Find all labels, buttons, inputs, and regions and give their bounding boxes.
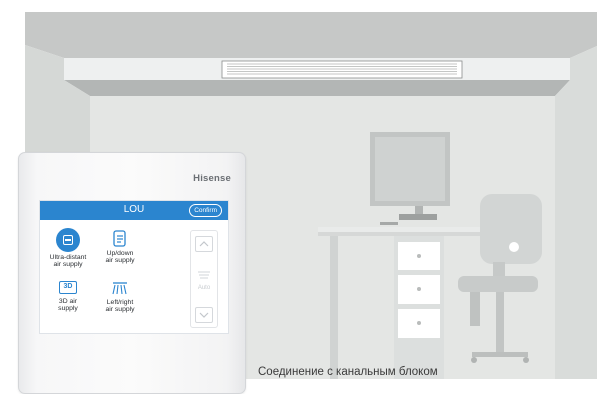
option-label: Ultra-distant air supply [49,254,87,269]
option-up-down[interactable]: Up/down air supply [100,230,140,264]
monitor-stand [399,214,437,220]
option-label: Left/right air supply [105,299,135,314]
scroll-up-button[interactable] [195,236,213,252]
option-label: 3D air supply [58,298,78,313]
desk-top [318,227,488,232]
left-right-airflow-icon [111,279,129,297]
option-label: Up/down air supply [105,250,135,265]
confirm-button[interactable]: Confirm [189,204,222,217]
duct-vent [221,60,463,79]
screen-header: LOU Confirm [40,201,228,220]
chair-support [470,292,480,326]
auto-label: Auto [197,285,211,291]
option-ultra-distant[interactable]: Ultra-distant air supply [46,228,90,268]
option-left-right[interactable]: Left/right air supply [100,279,140,313]
3d-airflow-icon: 3D [59,281,77,294]
ultra-distant-icon [56,228,80,252]
side-control-panel: Auto [190,230,218,328]
fan-icon [196,269,212,283]
desk-leg [330,236,338,379]
chair-stem [496,292,504,356]
desk-edge [318,232,496,236]
option-3d[interactable]: 3D 3D air supply [48,281,88,312]
chair-seat [458,276,538,292]
chevron-down-icon [199,312,209,318]
right-wall [555,46,597,379]
chevron-up-icon [199,241,209,247]
chair-base [472,352,528,357]
up-down-airflow-icon [111,230,129,248]
brand-logo: Hisense [193,173,231,184]
controller-screen: LOU Confirm Ultra-distant air supply Up/… [39,200,229,334]
caption-text: Соединение с канальным блоком [258,366,438,378]
ceiling-edge [64,80,570,96]
chair-back [480,194,542,264]
ceiling [25,12,597,58]
keyboard [380,222,398,225]
wired-controller: Hisense LOU Confirm Ultra-distant air su… [18,152,246,394]
scroll-down-button[interactable] [195,307,213,323]
